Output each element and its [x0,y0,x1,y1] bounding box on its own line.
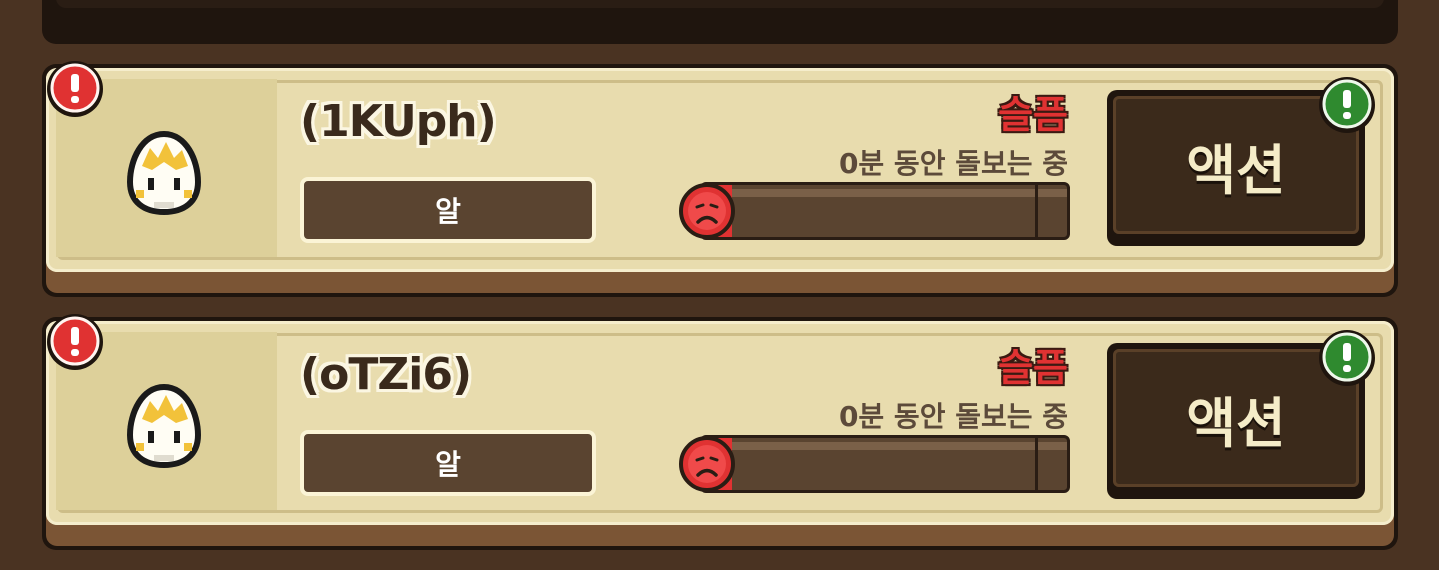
action-button-label: 액션 [1186,391,1286,455]
sad-face-icon [679,183,735,239]
stage-label: 알 [435,448,461,481]
previous-pet-card [42,0,1398,44]
care-time-label: 0분 동안 돌보는 중 [838,147,1068,180]
mood-bar [700,435,1070,493]
stage-badge: 알 [300,430,596,496]
sad-face-icon [679,436,735,492]
pet-name: (oTZi6) [300,349,472,400]
pet-name: (1KUph) [300,96,497,147]
pet-card: (oTZi6) 알 슬픔 0분 동안 돌보는 중 액션 [42,314,1398,550]
action-button-label: 액션 [1186,138,1286,202]
egg-icon[interactable] [124,383,204,469]
previous-pet-card-face [56,0,1384,8]
exclamation-icon [1319,77,1375,133]
stage-badge: 알 [300,177,596,243]
exclamation-icon [1319,330,1375,386]
mood-label: 슬픔 [998,346,1068,390]
stage-label: 알 [435,195,461,228]
exclamation-icon [47,61,103,117]
mood-bar [700,182,1070,240]
mood-label: 슬픔 [998,93,1068,137]
care-time-label: 0분 동안 돌보는 중 [838,400,1068,433]
pet-card: (1KUph) 알 슬픔 0분 동안 돌보는 중 액션 [42,61,1398,297]
exclamation-icon [47,314,103,370]
egg-icon[interactable] [124,130,204,216]
